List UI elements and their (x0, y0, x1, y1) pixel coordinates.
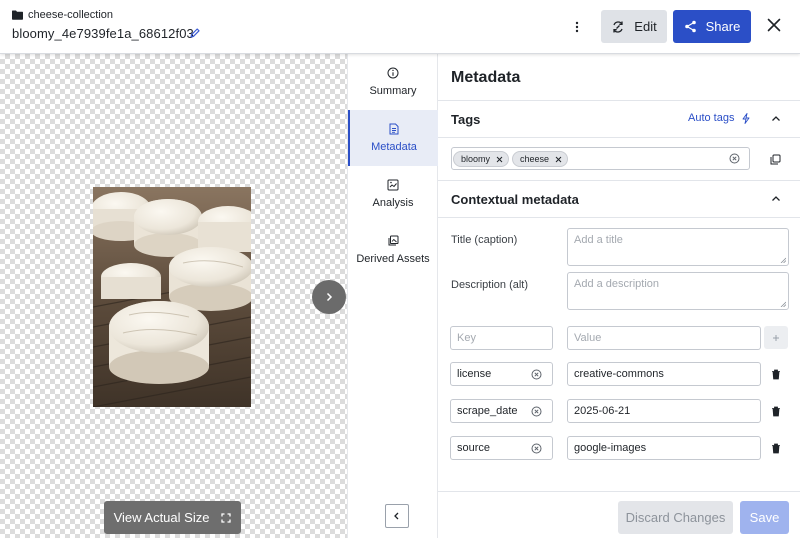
tab-summary-label: Summary (369, 85, 417, 97)
divider (438, 137, 800, 138)
divider (438, 217, 800, 218)
tab-metadata-label: Metadata (371, 141, 417, 153)
trash-icon[interactable] (771, 369, 781, 380)
divider (438, 100, 800, 101)
caption-placeholder: Add a title (574, 234, 623, 246)
collapse-tags-icon[interactable] (770, 113, 782, 125)
top-bar: cheese-collection bloomy_4e7939fe1a_6861… (0, 0, 800, 54)
auto-tags-button[interactable]: Auto tags (688, 112, 750, 124)
remove-tag-icon[interactable] (496, 156, 503, 163)
tab-analysis-label: Analysis (372, 197, 414, 209)
add-pair-button[interactable] (764, 326, 788, 349)
close-icon[interactable] (764, 15, 784, 35)
value-text: google-images (574, 442, 647, 454)
value-field[interactable]: google-images (567, 436, 761, 460)
next-image-button[interactable] (312, 280, 346, 314)
value-field[interactable]: 2025-06-21 (567, 399, 761, 423)
share-icon (684, 20, 696, 33)
file-name: bloomy_4e7939fe1a_68612f03 (12, 26, 194, 41)
edit-button[interactable]: Edit (601, 10, 667, 43)
clear-key-icon[interactable] (531, 406, 542, 417)
tags-section-title: Tags (451, 112, 481, 127)
tags-input[interactable]: bloomy cheese (451, 147, 750, 170)
collapse-panel-button[interactable] (385, 504, 409, 528)
alt-placeholder: Add a description (574, 278, 659, 290)
breadcrumb[interactable]: cheese-collection (12, 9, 113, 21)
tag-chip: bloomy (453, 151, 510, 167)
alt-input[interactable]: Add a description (567, 272, 789, 310)
image-preview-area: View Actual Size (0, 54, 347, 538)
document-icon (389, 123, 399, 135)
expand-icon (221, 512, 232, 523)
value-text: 2025-06-21 (574, 405, 631, 417)
save-button[interactable]: Save (740, 501, 789, 534)
value-text: creative-commons (574, 368, 664, 380)
side-navigation: Summary Metadata Analysis Derived Assets (347, 54, 438, 538)
trash-icon[interactable] (771, 443, 781, 454)
tab-analysis[interactable]: Analysis (348, 166, 438, 222)
analysis-icon (387, 179, 399, 191)
view-actual-size-label: View Actual Size (113, 510, 210, 525)
discard-changes-button[interactable]: Discard Changes (618, 501, 733, 534)
resize-grip-icon[interactable] (780, 301, 786, 307)
clear-tags-icon[interactable] (729, 153, 740, 164)
key-value: scrape_date (457, 405, 518, 417)
tab-derived-assets-label: Derived Assets (356, 253, 430, 265)
key-placeholder: Key (457, 332, 476, 344)
remove-tag-icon[interactable] (555, 156, 562, 163)
edit-refresh-icon (613, 20, 623, 33)
folder-icon (12, 10, 23, 20)
collection-name: cheese-collection (28, 9, 113, 21)
caption-input[interactable]: Add a title (567, 228, 789, 266)
cheese-photo (93, 187, 251, 407)
key-field[interactable]: source (450, 436, 553, 460)
key-value: source (457, 442, 491, 454)
chevron-right-icon (326, 292, 333, 302)
copy-icon[interactable] (770, 154, 781, 165)
share-label: Share (705, 19, 741, 34)
clear-key-icon[interactable] (531, 369, 542, 380)
trash-icon[interactable] (771, 406, 781, 417)
value-placeholder: Value (574, 332, 602, 344)
key-field[interactable]: scrape_date (450, 399, 553, 423)
chevron-left-icon (394, 512, 399, 520)
tag-chip: cheese (512, 151, 569, 167)
panel-footer: Discard Changes Save (438, 491, 800, 538)
metadata-panel: Metadata Tags Auto tags bloomy cheese Co… (438, 54, 800, 538)
tag-chip-label: bloomy (461, 154, 491, 164)
lightning-icon (743, 112, 750, 124)
pencil-icon[interactable] (189, 27, 201, 39)
tab-derived-assets[interactable]: Derived Assets (348, 222, 438, 278)
clear-key-icon[interactable] (531, 443, 542, 454)
plus-icon (773, 334, 779, 341)
view-actual-size-button[interactable]: View Actual Size (104, 501, 241, 534)
collapse-contextual-icon[interactable] (770, 193, 782, 205)
tab-summary[interactable]: Summary (348, 54, 438, 110)
alt-label: Description (alt) (451, 279, 529, 291)
resize-grip-icon[interactable] (780, 257, 786, 263)
key-value: license (457, 368, 492, 380)
caption-label: Title (caption) (451, 234, 518, 246)
divider (438, 180, 800, 181)
share-button[interactable]: Share (673, 10, 751, 43)
new-key-input[interactable]: Key (450, 326, 553, 350)
edit-label: Edit (634, 19, 657, 34)
stack-icon (388, 235, 399, 246)
contextual-section-title: Contextual metadata (451, 192, 579, 207)
tab-metadata[interactable]: Metadata (348, 110, 438, 166)
tag-chip-label: cheese (520, 154, 550, 164)
info-icon (387, 67, 399, 79)
panel-title: Metadata (451, 69, 521, 86)
auto-tags-label: Auto tags (688, 112, 735, 124)
key-field[interactable]: license (450, 362, 553, 386)
more-options-icon[interactable] (567, 17, 587, 37)
new-value-input[interactable]: Value (567, 326, 761, 350)
value-field[interactable]: creative-commons (567, 362, 761, 386)
